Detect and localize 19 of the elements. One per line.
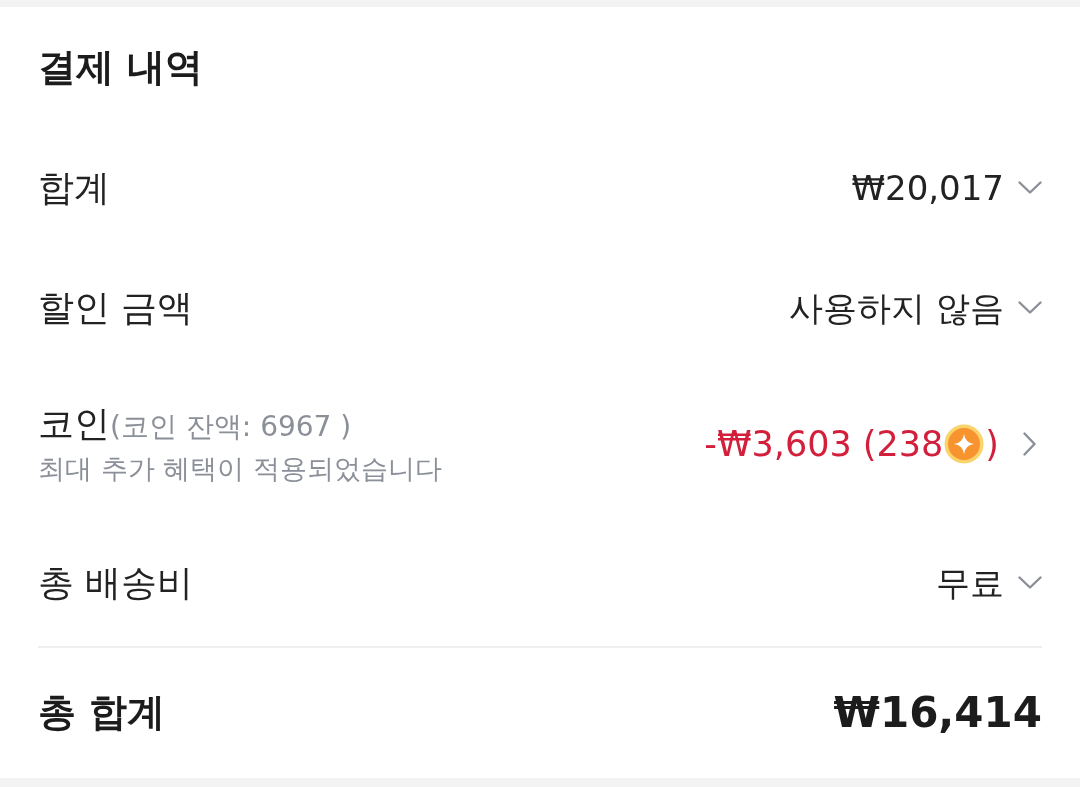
chevron-down-icon[interactable] [1018,301,1042,315]
chevron-down-icon[interactable] [1018,576,1042,590]
row-value: 무료 [936,562,1004,604]
chevron-down-icon[interactable] [1018,181,1042,195]
coin-discount-value-end: ) [985,423,999,465]
section-title: 결제 내역 [38,44,204,91]
row-value: 사용하지 않음 [789,287,1004,329]
chevron-right-icon[interactable] [1023,432,1036,456]
row-label: 합계 [38,166,110,210]
coin-balance-note: (코인 잔액: 6967 ) [110,410,352,444]
total-value: ₩16,414 [833,687,1042,739]
benefit-description: 최대 추가 혜택이 적용되었습니다 [38,453,442,486]
row-label: 총 배송비 [38,561,194,605]
row-value: ₩20,017 [851,167,1004,209]
row-label: 할인 금액 [38,286,194,330]
total-label: 총 합계 [38,690,166,736]
row-label: 코인 [38,402,110,446]
coin-discount-value: -₩3,603 (238 [704,423,944,465]
coin-icon [944,424,985,464]
